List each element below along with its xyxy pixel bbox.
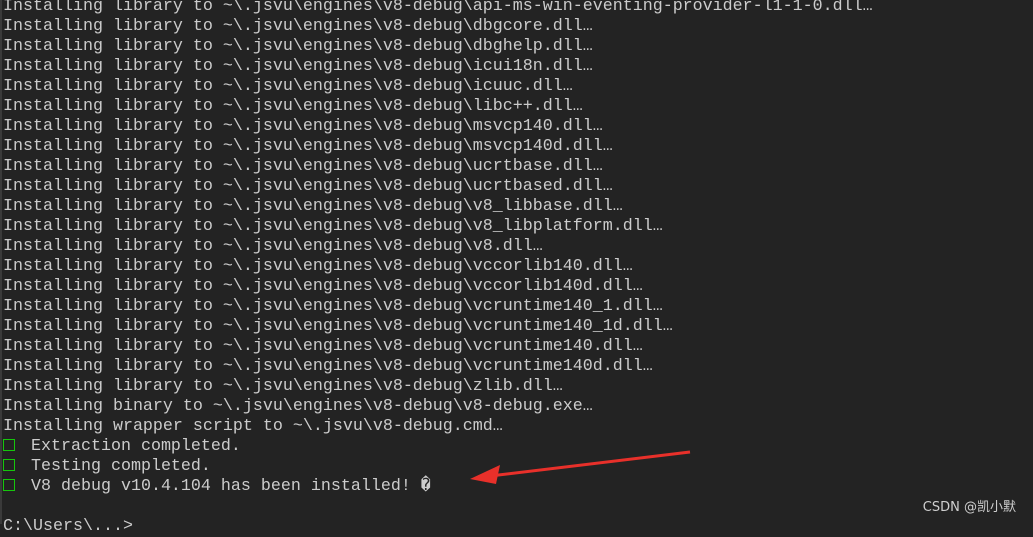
red-arrow-annotation (470, 450, 691, 484)
arrow-shaft (489, 450, 691, 478)
arrow-head (470, 465, 500, 484)
